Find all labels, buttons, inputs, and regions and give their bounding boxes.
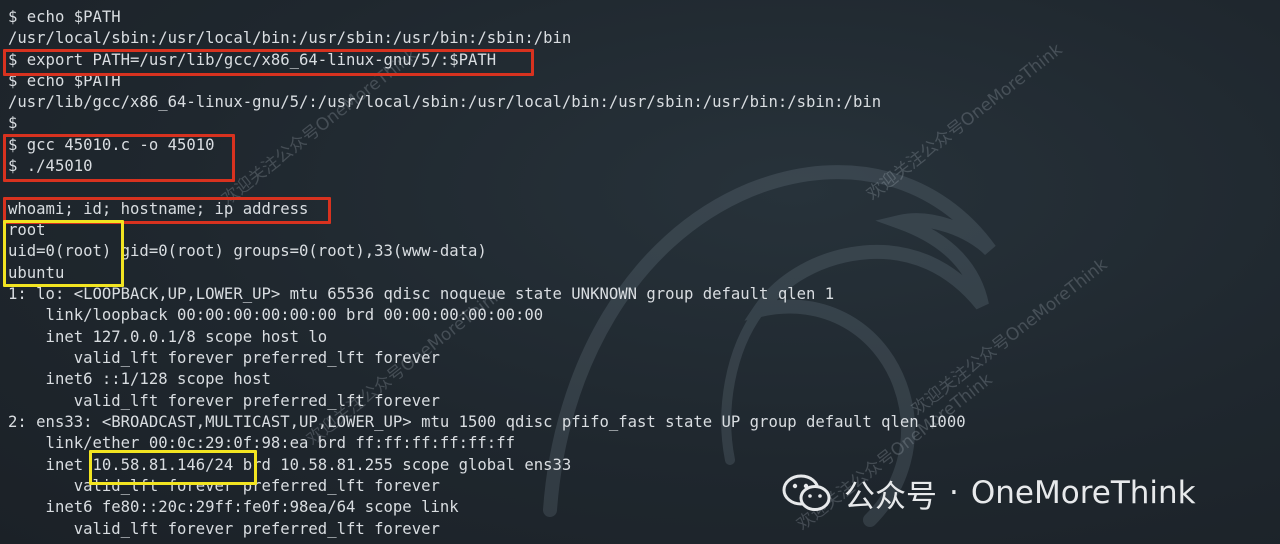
terminal-line: link/ether 00:0c:29:0f:98:ea brd ff:ff:f… (8, 434, 515, 452)
terminal-line: inet 127.0.0.1/8 scope host lo (8, 328, 328, 346)
terminal-line: valid_lft forever preferred_lft forever (8, 349, 440, 367)
terminal-line: inet6 fe80::20c:29ff:fe0f:98ea/64 scope … (8, 498, 459, 516)
terminal-line: link/loopback 00:00:00:00:00:00 brd 00:0… (8, 306, 544, 324)
terminal-line: $ (8, 114, 18, 132)
badge-separator: · (949, 475, 959, 511)
terminal-line: /usr/local/sbin:/usr/local/bin:/usr/sbin… (8, 29, 572, 47)
terminal-line: $ echo $PATH (8, 8, 121, 26)
account-name: OneMoreThink (970, 475, 1196, 511)
highlight-export-path (3, 49, 534, 76)
terminal-line: 2: ens33: <BROADCAST,MULTICAST,UP,LOWER_… (8, 413, 966, 431)
wechat-icon (782, 474, 831, 511)
terminal-line: /usr/lib/gcc/x86_64-linux-gnu/5/:/usr/lo… (8, 93, 882, 111)
wechat-account-badge: 公众号 · OneMoreThink (782, 470, 1196, 516)
terminal-line: 1: lo: <LOOPBACK,UP,LOWER_UP> mtu 65536 … (8, 285, 835, 303)
terminal-line: valid_lft forever preferred_lft forever (8, 392, 440, 410)
terminal-line: inet6 ::1/128 scope host (8, 370, 271, 388)
terminal-line: valid_lft forever preferred_lft forever (8, 520, 440, 538)
highlight-root-identity (3, 220, 124, 287)
highlight-ip-address (89, 450, 257, 485)
highlight-compile-run (3, 134, 235, 182)
account-label: 公众号 (844, 478, 937, 515)
